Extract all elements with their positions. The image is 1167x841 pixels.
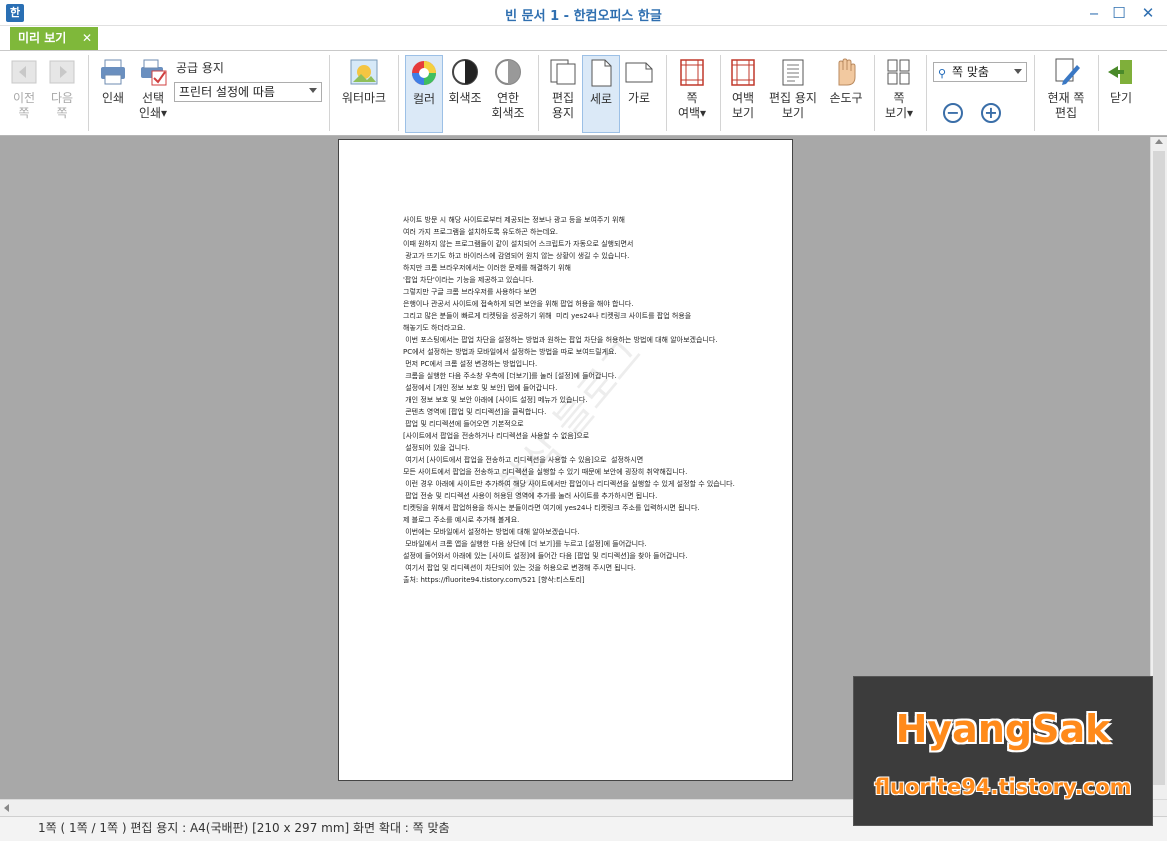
separator — [926, 55, 927, 131]
watermark-label: 워터마크 — [341, 91, 387, 105]
page-margin-label: 쪽 여백▾ — [677, 91, 707, 120]
window-title: 빈 문서 1 - 한컴오피스 한글 — [505, 9, 662, 24]
separator — [538, 55, 539, 131]
chevron-down-icon — [1014, 69, 1022, 74]
app-window: 한 빈 문서 1 - 한컴오피스 한글 ‒ ☐ ✕ 미리 보기 ✕ 이전 쪽 다… — [0, 0, 1167, 841]
tab-bar: 미리 보기 ✕ — [0, 26, 1167, 50]
maximize-button[interactable]: ☐ — [1105, 3, 1133, 23]
light-grayscale-icon — [495, 59, 521, 85]
search-icon: ⚲ — [938, 67, 947, 80]
grayscale-label: 회색조 — [448, 91, 482, 105]
supply-paper-label: 공급 용지 — [176, 61, 224, 75]
pencil-icon — [1055, 58, 1080, 85]
brand-url: fluorite94.tistory.com — [874, 775, 1132, 799]
tab-close-icon[interactable]: ✕ — [82, 27, 92, 50]
grayscale-icon — [452, 59, 478, 85]
next-page-button[interactable]: 다음 쪽 — [46, 57, 78, 121]
watermark-button[interactable]: 워터마크 — [338, 57, 390, 106]
prev-page-button[interactable]: 이전 쪽 — [8, 57, 40, 121]
close-preview-label: 닫기 — [1109, 91, 1133, 105]
landscape-button[interactable]: 가로 — [622, 57, 656, 106]
close-window-button[interactable]: ✕ — [1134, 3, 1162, 23]
separator — [88, 55, 89, 131]
margin-view-icon — [731, 59, 755, 86]
separator — [666, 55, 667, 131]
close-preview-button[interactable]: 닫기 — [1104, 57, 1138, 106]
light-grayscale-button[interactable]: 연한 회색조 — [488, 57, 528, 121]
separator — [874, 55, 875, 131]
blog-brand-overlay: HyangSak fluorite94.tistory.com — [853, 676, 1153, 826]
landscape-page-icon — [625, 62, 653, 83]
printer-check-icon — [141, 59, 167, 86]
grayscale-button[interactable]: 회색조 — [446, 57, 484, 106]
exit-door-icon — [1108, 60, 1132, 84]
color-wheel-icon — [412, 61, 436, 85]
portrait-button[interactable]: 세로 — [582, 55, 620, 133]
scroll-left-icon[interactable] — [4, 804, 9, 812]
tab-preview[interactable]: 미리 보기 ✕ — [10, 27, 98, 50]
supply-paper-value: 프린터 설정에 따름 — [179, 85, 275, 99]
zoom-out-button[interactable]: − — [943, 103, 963, 123]
light-grayscale-label: 연한 회색조 — [491, 91, 525, 120]
chevron-down-icon — [309, 88, 317, 93]
supply-paper-select[interactable]: 프린터 설정에 따름 — [174, 82, 322, 102]
printer-icon — [101, 59, 125, 85]
document-body-text: 사이트 방문 시 해당 사이트로부터 제공되는 정보나 광고 등을 보여주기 위… — [403, 216, 735, 584]
edit-paper-view-label: 편집 용지 보기 — [769, 91, 817, 120]
title-bar: 한 빈 문서 1 - 한컴오피스 한글 ‒ ☐ ✕ — [0, 0, 1167, 26]
current-page-edit-label: 현재 쪽 편집 — [1047, 91, 1085, 120]
next-page-label: 다음 쪽 — [50, 91, 74, 120]
ribbon-toolbar: 이전 쪽 다음 쪽 인쇄 선택 인쇄▾ 공급 용지 프린터 설정에 따름 워터마… — [0, 50, 1167, 136]
edit-paper-view-button[interactable]: 편집 용지 보기 — [764, 57, 822, 121]
margin-icon — [680, 59, 704, 86]
separator — [1034, 55, 1035, 131]
edit-paper-button[interactable]: 편집 용지 — [544, 57, 582, 121]
document-lines-icon — [782, 59, 804, 86]
margin-view-button[interactable]: 여백 보기 — [726, 57, 760, 121]
print-button[interactable]: 인쇄 — [96, 57, 130, 106]
brand-title: HyangSak — [895, 707, 1111, 751]
color-label: 컬러 — [412, 92, 436, 106]
separator — [1098, 55, 1099, 131]
page-view-label: 쪽 보기▾ — [884, 91, 914, 120]
prev-page-label: 이전 쪽 — [12, 91, 36, 120]
hand-icon — [838, 58, 856, 86]
landscape-label: 가로 — [627, 91, 651, 105]
page-view-button[interactable]: 쪽 보기▾ — [880, 57, 918, 121]
pages-icon — [550, 59, 576, 85]
margin-view-label: 여백 보기 — [731, 91, 755, 120]
separator — [398, 55, 399, 131]
zoom-in-button[interactable]: + — [981, 103, 1001, 123]
arrow-left-icon — [11, 60, 37, 84]
scroll-thumb[interactable] — [1153, 151, 1165, 785]
page-margin-button[interactable]: 쪽 여백▾ — [672, 57, 712, 121]
zoom-value: 쪽 맞춤 — [952, 65, 989, 79]
separator — [720, 55, 721, 131]
hand-tool-label: 손도구 — [829, 91, 863, 105]
select-print-label: 선택 인쇄▾ — [138, 91, 168, 120]
edit-paper-label: 편집 용지 — [551, 91, 575, 120]
color-button[interactable]: 컬러 — [405, 55, 443, 133]
select-print-button[interactable]: 선택 인쇄▾ — [134, 57, 172, 121]
hand-tool-button[interactable]: 손도구 — [826, 57, 866, 106]
grid-icon — [887, 59, 910, 85]
minimize-button[interactable]: ‒ — [1080, 3, 1108, 23]
current-page-edit-button[interactable]: 현재 쪽 편집 — [1040, 57, 1092, 121]
portrait-page-icon — [591, 59, 612, 87]
document-page: 사이트 방문 시 해당 사이트로부터 제공되는 정보나 광고 등을 보여주기 위… — [338, 139, 793, 781]
portrait-label: 세로 — [589, 92, 613, 106]
scroll-up-icon[interactable] — [1155, 139, 1163, 144]
zoom-select[interactable]: ⚲ 쪽 맞춤 — [933, 62, 1027, 82]
image-icon — [350, 59, 378, 85]
arrow-right-icon — [49, 60, 75, 84]
tab-preview-label: 미리 보기 — [18, 31, 67, 45]
separator — [329, 55, 330, 131]
print-label: 인쇄 — [101, 91, 125, 105]
